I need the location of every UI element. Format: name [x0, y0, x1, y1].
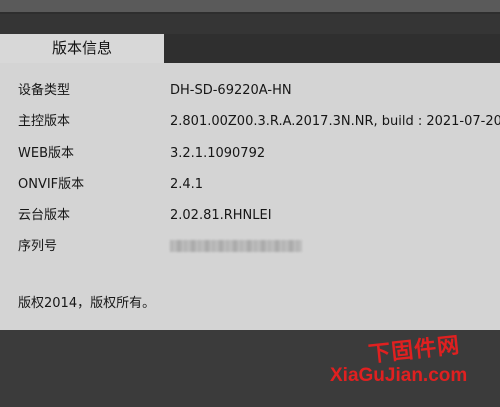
- web-version-label: WEB版本: [18, 146, 74, 161]
- tab-version-info[interactable]: 版本信息: [0, 34, 164, 63]
- onvif-version-label: ONVIF版本: [18, 177, 85, 192]
- row-main-version: 主控版本 2.801.00Z00.3.R.A.2017.3N.NR, build…: [0, 106, 500, 137]
- row-ptz-version: 云台版本 2.02.81.RHNLEI: [0, 200, 500, 231]
- row-web-version: WEB版本 3.2.1.1090792: [0, 138, 500, 169]
- ptz-version-label: 云台版本: [18, 208, 71, 223]
- device-type-value: DH-SD-69220A-HN: [170, 83, 292, 98]
- serial-number-label: 序列号: [18, 239, 58, 254]
- version-info-panel: 设备类型 DH-SD-69220A-HN 主控版本 2.801.00Z00.3.…: [0, 63, 500, 330]
- tab-bar: 版本信息: [0, 34, 500, 63]
- row-onvif-version: ONVIF版本 2.4.1: [0, 169, 500, 200]
- main-version-value: 2.801.00Z00.3.R.A.2017.3N.NR, build : 20…: [170, 114, 500, 129]
- ptz-version-value: 2.02.81.RHNLEI: [170, 208, 272, 223]
- row-device-type: 设备类型 DH-SD-69220A-HN: [0, 75, 500, 106]
- watermark-en-text: XiaGuJian.com: [330, 365, 468, 386]
- watermark-cn-text: 下固件网: [367, 333, 462, 368]
- device-type-label: 设备类型: [18, 83, 71, 98]
- row-serial-number: 序列号: [0, 231, 500, 262]
- serial-number-value: [170, 231, 302, 262]
- copyright-text: 版权2014，版权所有。: [18, 296, 156, 311]
- web-version-value: 3.2.1.1090792: [170, 146, 266, 161]
- top-bar: [0, 0, 500, 12]
- main-version-label: 主控版本: [18, 114, 71, 129]
- serial-number-redacted: [170, 240, 302, 252]
- header-strip: [0, 14, 500, 34]
- onvif-version-value: 2.4.1: [170, 177, 204, 192]
- watermark-logo: 下固件网 XiaGuJian.com: [330, 332, 500, 392]
